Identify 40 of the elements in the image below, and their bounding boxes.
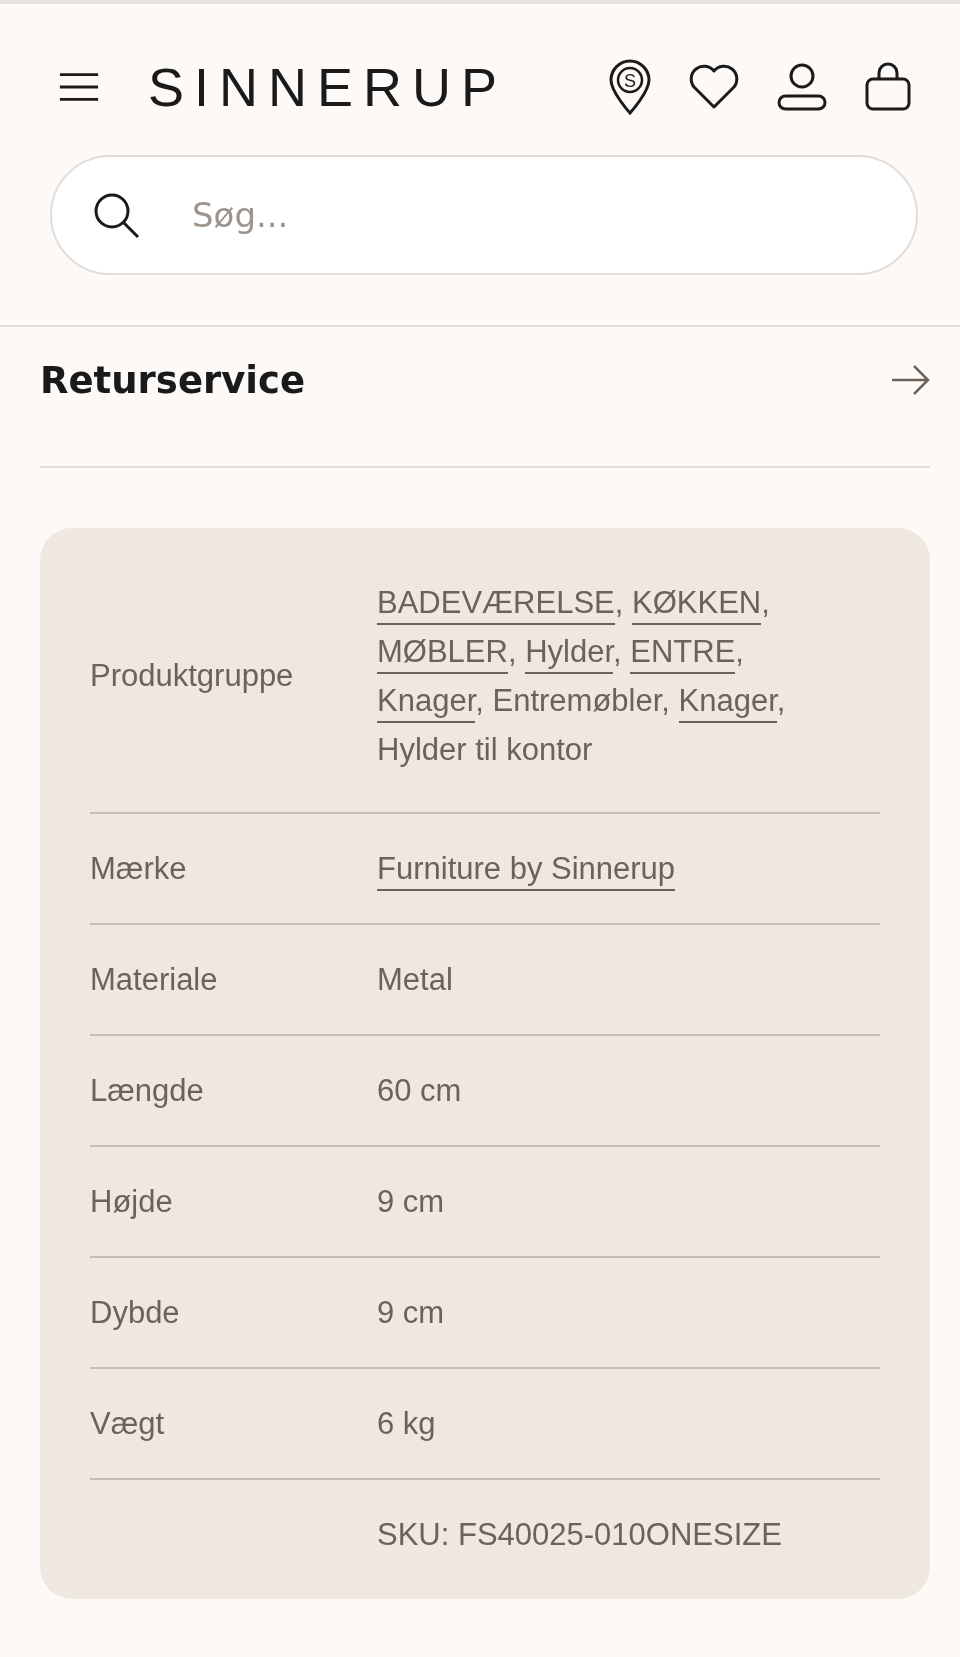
spec-link[interactable]: ENTRE — [630, 634, 736, 674]
spec-link[interactable]: MØBLER — [377, 634, 508, 674]
comma: , — [761, 585, 771, 620]
spec-link[interactable]: Knager — [377, 683, 476, 723]
map-pin-icon[interactable]: S — [608, 59, 652, 115]
spec-text: 9 cm — [377, 1295, 445, 1330]
comma: , — [507, 634, 518, 669]
comma: , — [735, 634, 745, 669]
section-title[interactable]: Returservice — [40, 358, 306, 402]
comma: , — [613, 634, 623, 669]
spec-text: Metal — [377, 962, 453, 997]
spec-text: Entremøbler — [492, 683, 662, 718]
spec-link[interactable]: KØKKEN — [632, 585, 762, 625]
spec-text: 9 cm — [377, 1184, 445, 1219]
spec-text: 6 kg — [377, 1406, 436, 1441]
spec-link[interactable]: Furniture by Sinnerup — [377, 851, 676, 891]
logo[interactable]: SINNERUP — [148, 59, 508, 115]
spec-label: Produktgruppe — [90, 658, 295, 694]
spec-link[interactable]: BADEVÆRELSE — [377, 585, 615, 625]
bag-icon[interactable] — [864, 62, 912, 112]
spec-label: Materiale — [90, 961, 219, 998]
user-icon[interactable] — [776, 62, 828, 112]
spec-label: Højde — [90, 1183, 174, 1220]
spec-text: 60 cm — [377, 1073, 462, 1108]
spec-link[interactable]: Hylder — [525, 634, 614, 674]
search-field[interactable]: Søg... — [50, 155, 918, 275]
spec-label: Mærke — [90, 850, 188, 887]
comma: , — [661, 683, 671, 718]
search-icon — [92, 191, 140, 239]
comma: , — [614, 585, 625, 620]
heart-icon[interactable] — [688, 64, 740, 110]
spec-label: Længde — [90, 1072, 205, 1109]
spec-link[interactable]: Knager — [678, 683, 777, 723]
spec-text: SKU: FS40025-010ONESIZE — [377, 1517, 782, 1552]
comma: , — [475, 683, 485, 718]
spec-label: Dybde — [90, 1294, 181, 1331]
spec-text: Hylder til kontor — [377, 732, 593, 767]
spec-label: Vægt — [90, 1405, 166, 1442]
menu-icon[interactable] — [58, 71, 100, 103]
arrow-right-icon[interactable] — [890, 364, 930, 396]
